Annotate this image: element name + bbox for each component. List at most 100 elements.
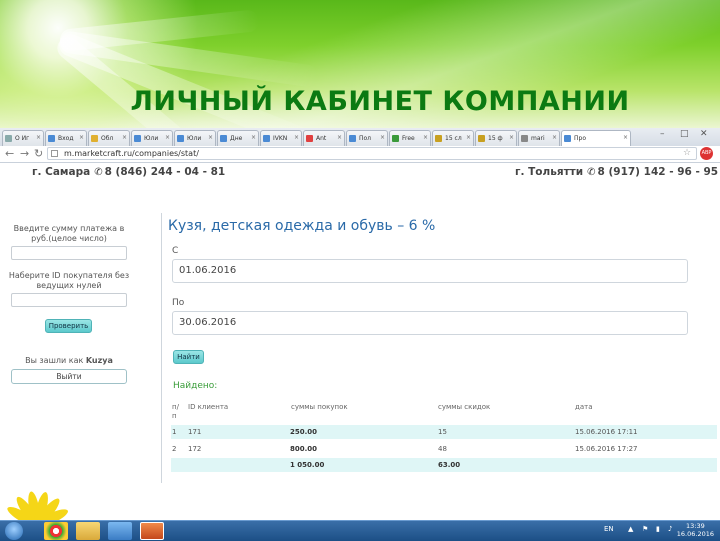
cell-client-id: 172 [188, 445, 202, 453]
cell-client-id: 171 [188, 428, 202, 436]
close-icon[interactable]: × [423, 134, 428, 141]
taskbar-clock[interactable]: 13:39 16.06.2016 [677, 522, 714, 538]
city-label: г. Тольятти [515, 166, 584, 178]
address-bar: ← → ↻ m.marketcraft.ru/companies/stat/ ☆… [0, 146, 720, 163]
close-icon[interactable]: × [337, 134, 342, 141]
tab-favicon-icon [134, 135, 141, 142]
windows-taskbar: EN ▲ ⚑ ▮ ♪ 13:39 16.06.2016 [0, 520, 720, 541]
browser-tab[interactable]: Обл × [88, 130, 130, 146]
flag-icon[interactable]: ⚑ [642, 525, 648, 533]
contact-samara: г. Самара ✆ 8 (846) 244 - 04 - 81 [32, 166, 225, 178]
browser-tab[interactable]: 15 ф × [475, 130, 517, 146]
volume-icon[interactable]: ♪ [668, 525, 672, 533]
browser-tab[interactable]: Пол × [346, 130, 388, 146]
exit-button[interactable]: Выйти [11, 369, 127, 384]
close-icon[interactable]: × [251, 134, 256, 141]
tab-favicon-icon [349, 135, 356, 142]
col-header-client-id: ID клиента [188, 403, 229, 411]
username: Kuzya [85, 356, 113, 365]
tab-favicon-icon [91, 135, 98, 142]
close-window-icon[interactable]: ✕ [700, 129, 708, 139]
table-row: 1 171 250.00 15 15.06.2016 17:11 [171, 425, 717, 439]
back-icon[interactable]: ← [5, 147, 14, 160]
browser-tab[interactable]: Вход × [45, 130, 87, 146]
browser-tab[interactable]: Юли × [174, 130, 216, 146]
buyer-id-label: Наберите ID покупателя без ведущих нулей [8, 271, 130, 290]
browser-tab-active[interactable]: Про × [561, 130, 631, 146]
tab-label: Free [402, 135, 415, 142]
browser-tab[interactable]: О Иг × [2, 130, 44, 146]
minimize-icon[interactable]: – [660, 129, 665, 139]
browser-tabstrip: О Иг × Вход × Обл × Юли × Юли × Дне × IVKN × An… [0, 128, 720, 147]
browser-tab[interactable]: 15 сл × [432, 130, 474, 146]
close-icon[interactable]: × [380, 134, 385, 141]
folder-icon[interactable] [76, 522, 100, 540]
close-icon[interactable]: × [79, 134, 84, 141]
found-label: Найдено: [173, 381, 218, 391]
powerpoint-icon[interactable] [140, 522, 164, 540]
language-indicator[interactable]: EN [604, 525, 614, 533]
close-icon[interactable]: × [36, 134, 41, 141]
maximize-icon[interactable]: □ [680, 129, 689, 139]
tab-favicon-icon [263, 135, 270, 142]
close-icon[interactable]: × [466, 134, 471, 141]
close-icon[interactable]: × [122, 134, 127, 141]
col-header-num: п/п [172, 403, 179, 420]
total-purchases: 1 050.00 [290, 461, 325, 469]
check-button[interactable]: Проверить [45, 319, 92, 333]
tab-label: Пол [359, 135, 372, 142]
from-label: С [172, 246, 179, 256]
tab-label: 15 сл [445, 135, 462, 142]
city-label: г. Самара [32, 166, 91, 178]
col-header-date: дата [575, 403, 593, 411]
cell-discounts: 15 [438, 428, 447, 436]
browser-tab[interactable]: Дне × [217, 130, 259, 146]
close-icon[interactable]: × [509, 134, 514, 141]
close-icon[interactable]: × [165, 134, 170, 141]
cell-date: 15.06.2016 17:27 [575, 445, 638, 453]
buyer-id-input[interactable] [11, 293, 127, 307]
page-icon [51, 150, 58, 157]
tab-favicon-icon [564, 135, 571, 142]
tab-favicon-icon [435, 135, 442, 142]
app-icon[interactable] [108, 522, 132, 540]
payment-input[interactable] [11, 246, 127, 260]
close-icon[interactable]: × [294, 134, 299, 141]
to-label: По [172, 298, 185, 308]
browser-tab[interactable]: IVKN × [260, 130, 302, 146]
find-button[interactable]: Найти [173, 350, 204, 364]
adblock-extension-icon[interactable]: ABP [700, 147, 713, 160]
cell-purchases: 800.00 [290, 445, 318, 453]
browser-tab[interactable]: mari × [518, 130, 560, 146]
reload-icon[interactable]: ↻ [34, 147, 43, 160]
date-from-input[interactable]: 01.06.2016 [172, 259, 688, 283]
tab-label: Про [574, 135, 586, 142]
bookmark-star-icon[interactable]: ☆ [683, 148, 691, 158]
column-divider [161, 213, 162, 483]
phone-number: 8 (917) 142 - 96 - 95 [597, 166, 719, 178]
tab-label: 15 ф [488, 135, 503, 142]
chrome-icon[interactable] [44, 522, 68, 540]
close-icon[interactable]: × [552, 134, 557, 141]
table-totals-row: 1 050.00 63.00 [171, 458, 717, 472]
close-icon[interactable]: × [623, 134, 628, 141]
contact-tolyatti: г. Тольятти ✆ 8 (917) 142 - 96 - 95 [515, 166, 718, 178]
tab-label: Дне [230, 135, 243, 142]
tab-label: IVKN [273, 135, 288, 142]
forward-icon[interactable]: → [20, 147, 29, 160]
browser-tab[interactable]: Ant × [303, 130, 345, 146]
browser-tab[interactable]: Free × [389, 130, 431, 146]
browser-tab[interactable]: Юли × [131, 130, 173, 146]
tab-favicon-icon [220, 135, 227, 142]
table-row: 2 172 800.00 48 15.06.2016 17:27 [171, 442, 717, 456]
tray-arrow-icon[interactable]: ▲ [628, 525, 633, 533]
col-header-purchases: суммы покупок [291, 403, 348, 411]
network-icon[interactable]: ▮ [656, 525, 660, 533]
cell-num: 2 [172, 445, 177, 453]
close-icon[interactable]: × [208, 134, 213, 141]
date-to-input[interactable]: 30.06.2016 [172, 311, 688, 335]
start-button-icon[interactable] [5, 522, 23, 540]
url-input[interactable]: m.marketcraft.ru/companies/stat/ [47, 147, 697, 160]
company-title: Кузя, детская одежда и обувь – 6 % [168, 218, 436, 234]
tab-label: Вход [58, 135, 74, 142]
